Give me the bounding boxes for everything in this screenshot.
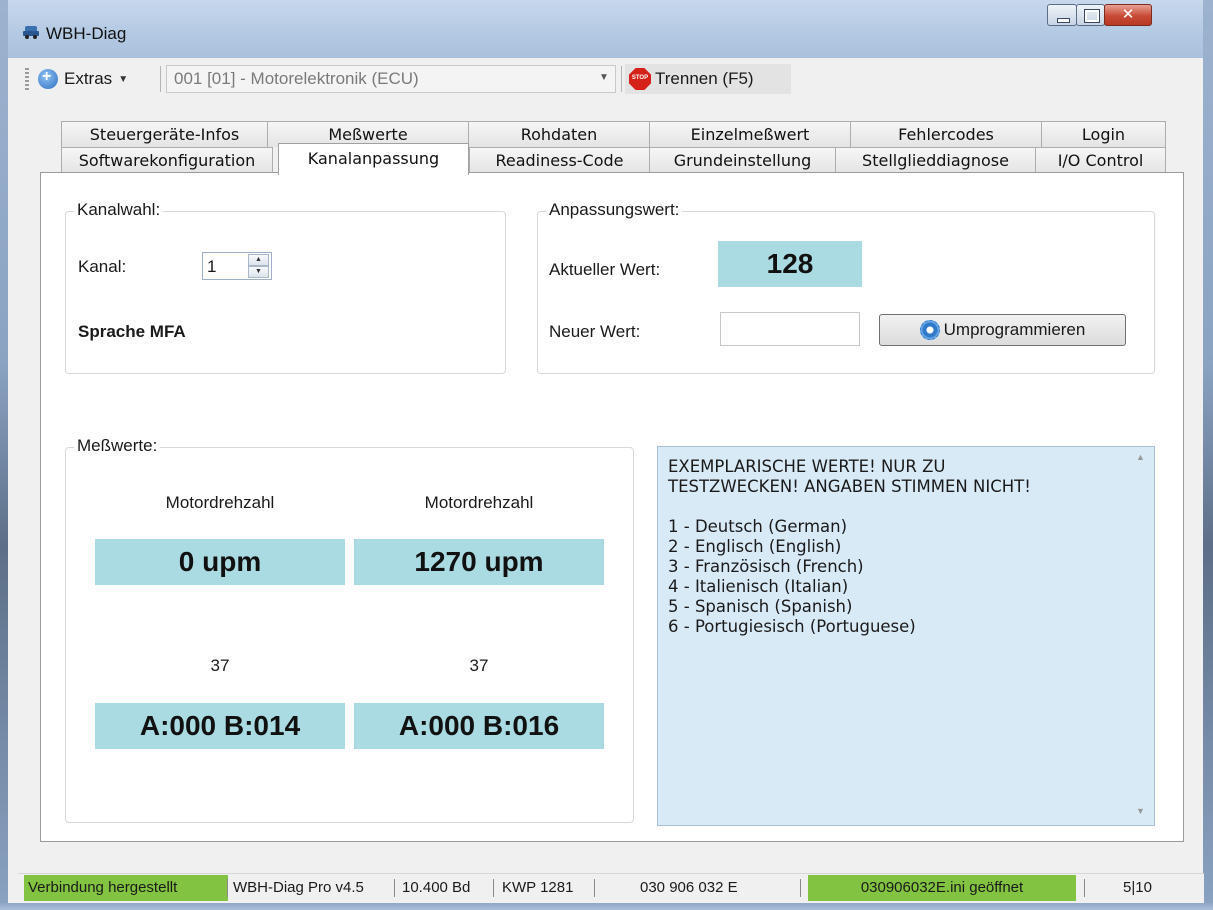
car-icon xyxy=(23,26,39,39)
tab-stellglieddiagnose[interactable]: Stellglieddiagnose xyxy=(835,147,1036,173)
tab-io-control[interactable]: I/O Control xyxy=(1035,147,1166,173)
chevron-down-icon[interactable]: ▼ xyxy=(599,72,609,83)
close-icon: ✕ xyxy=(1121,6,1135,23)
maximize-button[interactable] xyxy=(1076,4,1105,26)
spin-up-icon[interactable]: ▲ xyxy=(248,254,269,266)
status-separator xyxy=(227,879,228,897)
extras-menu-button[interactable]: Extras ▼ xyxy=(38,64,128,94)
aktueller-wert-label: Aktueller Wert: xyxy=(549,260,661,279)
minimize-button[interactable] xyxy=(1047,4,1077,26)
scroll-down-icon[interactable]: ▼ xyxy=(1136,806,1145,816)
spin-down-icon[interactable]: ▼ xyxy=(248,266,269,278)
messwert-value: A:000 B:014 xyxy=(95,703,345,749)
messwert-title: Motordrehzahl xyxy=(165,493,275,512)
status-file: 030906032E.ini geöffnet xyxy=(808,875,1076,901)
anpassungswert-group xyxy=(537,211,1155,374)
status-page: 5|10 xyxy=(1123,879,1152,896)
close-button[interactable]: ✕ xyxy=(1104,4,1152,26)
gear-icon xyxy=(919,320,940,340)
scroll-up-icon[interactable]: ▲ xyxy=(1136,452,1145,462)
tab-fehlercodes[interactable]: Fehlercodes xyxy=(850,121,1042,147)
kanalwahl-legend: Kanalwahl: xyxy=(74,200,164,220)
tab-login[interactable]: Login xyxy=(1041,121,1166,147)
disconnect-label: Trennen (F5) xyxy=(655,69,754,88)
status-connection: Verbindung hergestellt xyxy=(24,875,228,901)
chevron-down-icon: ▼ xyxy=(118,73,129,85)
kanal-label: Kanal: xyxy=(78,257,127,276)
plus-shield-icon xyxy=(38,68,58,89)
stop-icon-text: STOP xyxy=(631,75,649,81)
tab-steuergeraete-infos[interactable]: Steuergeräte-Infos xyxy=(61,121,268,147)
status-protocol: KWP 1281 xyxy=(502,879,574,896)
channel-name: Sprache MFA xyxy=(78,322,186,341)
toolbar-separator xyxy=(621,66,622,92)
status-separator xyxy=(594,879,595,897)
tab-kanalanpassung[interactable]: Kanalanpassung xyxy=(278,143,469,175)
window-border-left xyxy=(0,0,8,910)
messwert-value: 0 upm xyxy=(95,539,345,585)
status-baud: 10.400 Bd xyxy=(402,879,471,896)
messwert-title: 37 xyxy=(210,656,230,675)
messwert-value: 1270 upm xyxy=(354,539,604,585)
stop-icon: STOP xyxy=(629,68,651,90)
status-version: WBH-Diag Pro v4.5 xyxy=(233,879,364,896)
title-bar[interactable] xyxy=(0,0,1213,58)
messwert-title: Motordrehzahl xyxy=(424,493,534,512)
status-separator xyxy=(493,879,494,897)
umprogrammieren-button[interactable]: Umprogrammieren xyxy=(879,314,1126,346)
disconnect-button[interactable]: STOP Trennen (F5) xyxy=(625,64,791,94)
tab-softwarekonfiguration[interactable]: Softwarekonfiguration xyxy=(61,147,273,173)
messwert-value: A:000 B:016 xyxy=(354,703,604,749)
messwerte-legend: Meßwerte: xyxy=(74,436,161,456)
window-border-right xyxy=(1203,0,1213,910)
tab-grundeinstellung[interactable]: Grundeinstellung xyxy=(649,147,836,173)
umprogrammieren-label: Umprogrammieren xyxy=(943,320,1086,339)
status-separator xyxy=(1084,879,1085,897)
messwert-title: 37 xyxy=(469,656,489,675)
neuer-wert-label: Neuer Wert: xyxy=(549,322,641,341)
status-part-number: 030 906 032 E xyxy=(640,879,738,896)
ecu-select-value: 001 [01] - Motorelektronik (ECU) xyxy=(174,69,419,88)
tab-einzelmesswert[interactable]: Einzelmeßwert xyxy=(649,121,851,147)
toolbar-separator xyxy=(160,66,161,92)
status-separator xyxy=(800,879,801,897)
kanalwahl-group xyxy=(65,211,506,374)
neuer-wert-input[interactable] xyxy=(720,312,860,346)
info-text: EXEMPLARISCHE WERTE! NUR ZU TESTZWECKEN!… xyxy=(668,457,1031,636)
anpassungswert-legend: Anpassungswert: xyxy=(546,200,683,220)
tab-rohdaten[interactable]: Rohdaten xyxy=(468,121,650,147)
toolbar-grip[interactable] xyxy=(25,68,29,90)
window-border-bottom xyxy=(0,903,1213,910)
extras-label: Extras xyxy=(64,69,113,88)
kanal-value[interactable]: 1 xyxy=(207,257,216,277)
status-separator xyxy=(394,879,395,897)
window-title: WBH-Diag xyxy=(46,24,127,43)
aktueller-wert-value: 128 xyxy=(718,241,862,287)
tab-readiness-code[interactable]: Readiness-Code xyxy=(469,147,650,173)
